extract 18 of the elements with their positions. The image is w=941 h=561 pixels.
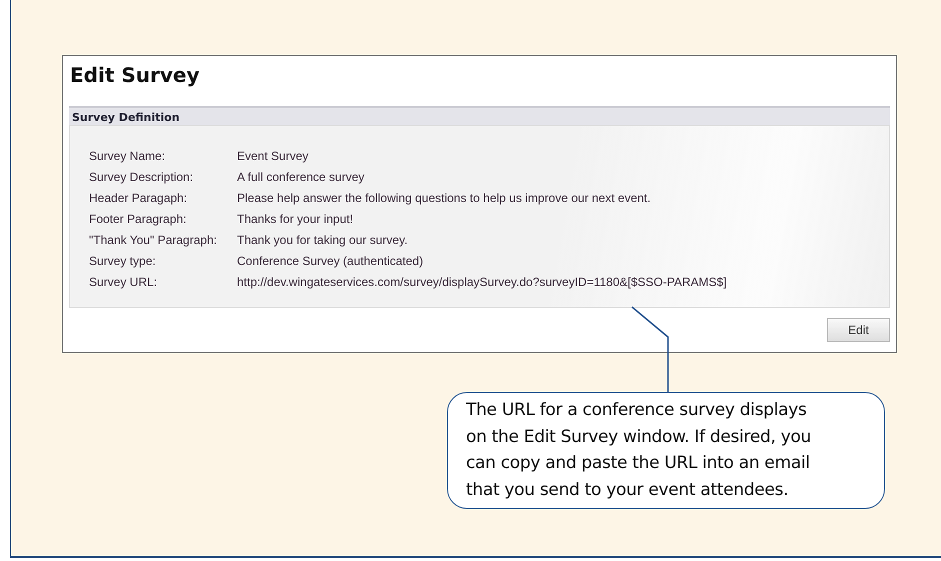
field-label: Footer Paragraph:	[89, 212, 188, 226]
field-value: A full conference survey	[237, 170, 364, 184]
field-label: Survey type:	[89, 254, 157, 268]
field-label: Survey Description:	[89, 170, 194, 184]
section-header: Survey Definition	[69, 106, 890, 125]
edit-button[interactable]: Edit	[827, 318, 890, 342]
field-value: Thanks for your input!	[237, 212, 354, 226]
field-value: Thank you for taking our survey.	[237, 232, 408, 246]
field-label: Survey Name:	[89, 148, 166, 162]
field-value: http://dev.wingateservices.com/survey/displaySurvey.do?surveyID=1180&[$SSO-PARAMS$]	[237, 274, 727, 288]
field-value: Please help answer the following questions to help us improve our next event.	[237, 190, 651, 204]
callout-text: The URL for a conference survey displays on the Edit Survey window. If desired, you can copy and paste the URL into an email that you send to your event attendees.	[466, 399, 812, 502]
field-value: Conference Survey (authenticated)	[237, 254, 424, 268]
field-label: Survey URL:	[89, 274, 158, 288]
field-value: Event Survey	[237, 148, 308, 162]
window-title: Edit Survey	[70, 62, 201, 88]
field-label: Header Paragaph:	[89, 190, 188, 204]
field-label: "Thank You" Paragraph:	[89, 232, 218, 246]
